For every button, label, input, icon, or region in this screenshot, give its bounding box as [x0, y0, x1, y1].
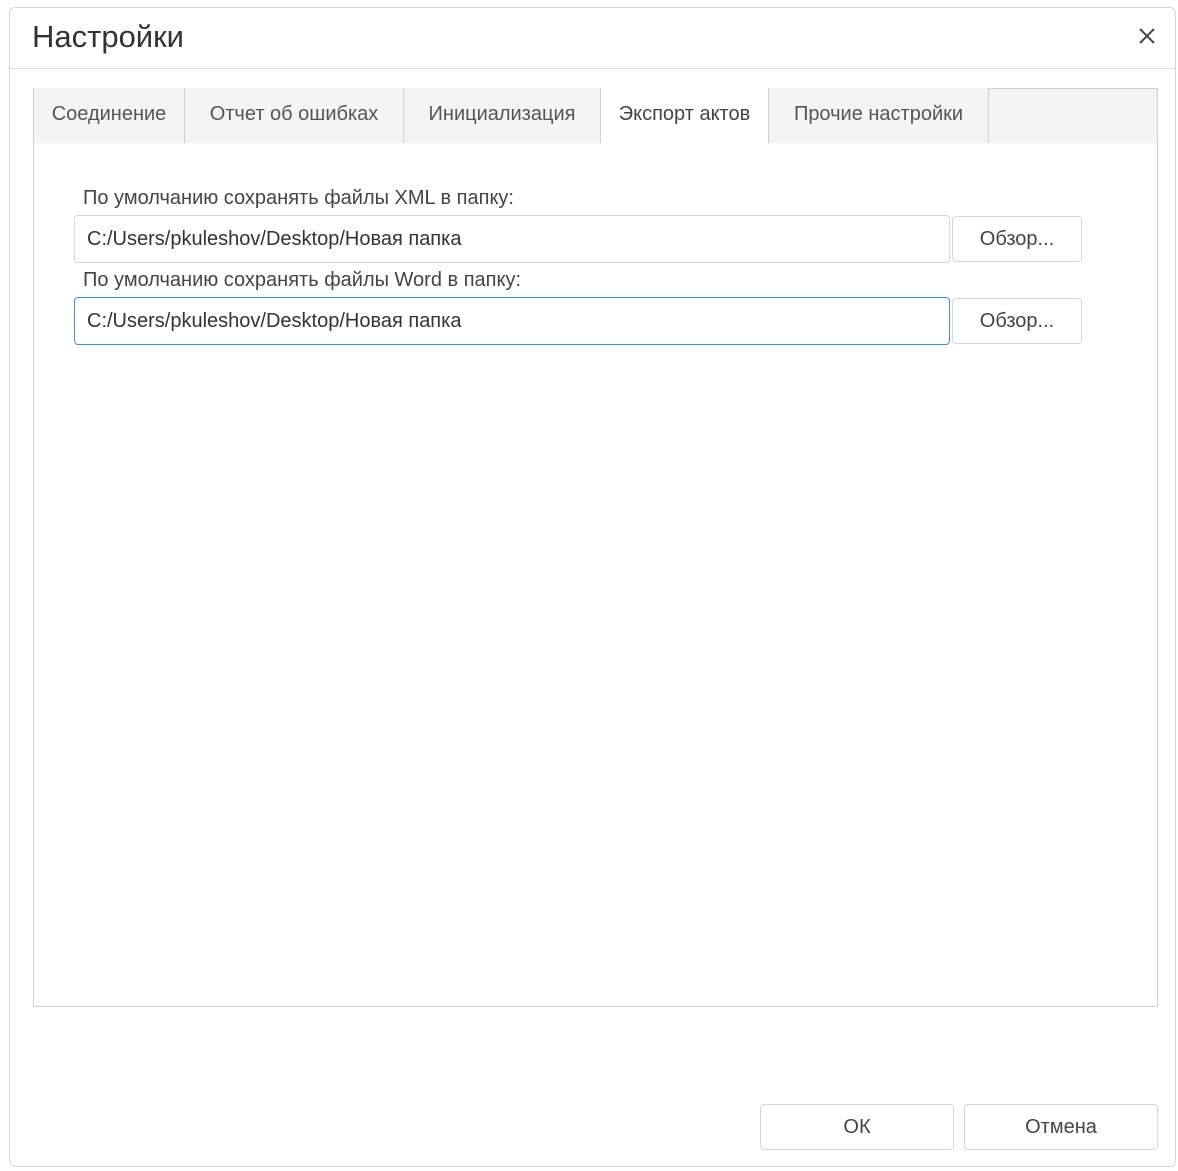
tab-bar-spacer	[988, 88, 1157, 144]
word-folder-input[interactable]	[74, 297, 950, 345]
word-browse-button[interactable]: Обзор...	[952, 298, 1082, 344]
close-button[interactable]	[1129, 18, 1165, 54]
xml-folder-label: По умолчанию сохранять файлы XML в папку…	[83, 187, 514, 209]
xml-folder-input[interactable]	[74, 215, 950, 263]
word-folder-label: По умолчанию сохранять файлы Word в папк…	[83, 269, 522, 291]
dialog-title: Настройки	[32, 19, 185, 54]
dialog-titlebar: Настройки	[10, 8, 1175, 69]
tab-export-acts[interactable]: Экспорт актов	[601, 88, 769, 145]
tab-bar: Соединение Отчет об ошибках Инициализаци…	[33, 88, 1158, 145]
tab-error-report[interactable]: Отчет об ошибках	[185, 88, 404, 144]
ok-button[interactable]: ОК	[760, 1104, 954, 1150]
tab-initialization[interactable]: Инициализация	[404, 88, 601, 144]
cancel-button[interactable]: Отмена	[964, 1104, 1158, 1150]
xml-browse-button[interactable]: Обзор...	[952, 216, 1082, 262]
export-acts-panel: По умолчанию сохранять файлы XML в папку…	[33, 143, 1158, 1007]
tab-other-settings[interactable]: Прочие настройки	[769, 88, 989, 144]
close-icon	[1139, 28, 1155, 44]
tab-connection[interactable]: Соединение	[34, 88, 185, 144]
settings-dialog: Настройки Соединение Отчет об ошибках Ин…	[9, 7, 1176, 1167]
